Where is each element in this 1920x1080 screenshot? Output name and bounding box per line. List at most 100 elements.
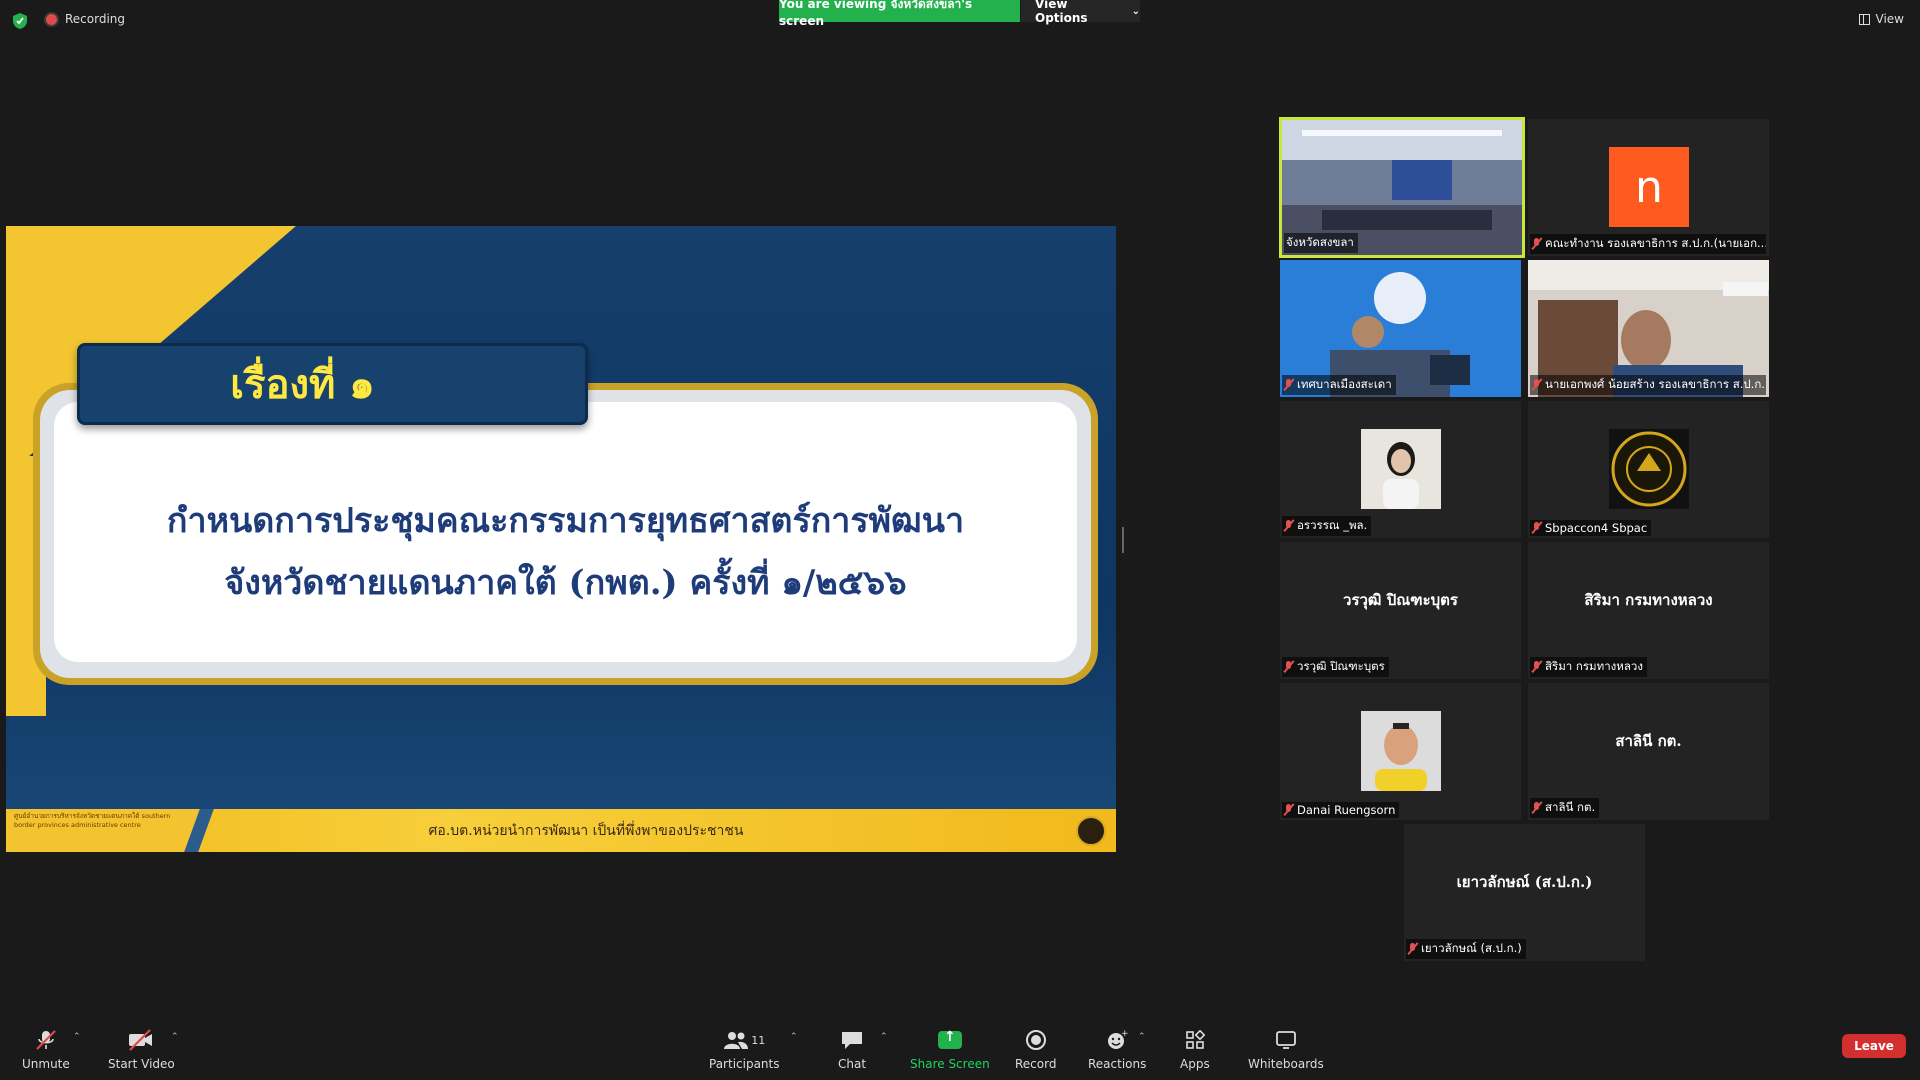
participant-tile[interactable]: n คณะทำงาน รองเลขาธิการ ส.ป.ก.(นายเอก...: [1528, 119, 1769, 256]
participant-name-tag: คณะทำงาน รองเลขาธิการ ส.ป.ก.(นายเอก...: [1530, 234, 1766, 254]
participant-tile[interactable]: นายเอกพงศ์ น้อยสร้าง รองเลขาธิการ ส.ป.ก.: [1528, 260, 1769, 397]
slide-footer: ศูนย์อำนวยการบริหารจังหวัดชายแดนภาคใต้ s…: [6, 809, 1116, 852]
video-options-caret-icon[interactable]: ⌃: [171, 1032, 179, 1042]
viewing-screen-banner: You are viewing จังหวัดสงขลา's screen: [779, 0, 1020, 28]
view-label: View: [1875, 12, 1904, 26]
apps-button[interactable]: Apps: [1180, 1028, 1210, 1071]
svg-text:+: +: [1121, 1029, 1128, 1039]
participants-count: 11: [751, 1033, 766, 1047]
participant-name: สิริมา กรมทางหลวง: [1545, 659, 1643, 673]
video-off-icon: [127, 1028, 155, 1052]
participant-display-name: สาลินี กต.: [1615, 732, 1682, 750]
participant-photo: [1361, 711, 1441, 791]
slide-footer-org-logo: ศูนย์อำนวยการบริหารจังหวัดชายแดนภาคใต้ s…: [6, 809, 196, 852]
slide-title-line-1: กำหนดการประชุมคณะกรรมการยุทธศาสตร์การพัฒ…: [166, 501, 965, 541]
chat-icon: [840, 1028, 864, 1052]
participant-name: Danai Ruengsorn: [1297, 803, 1396, 817]
participant-tile[interactable]: เทศบาลเมืองสะเดา: [1280, 260, 1521, 397]
participant-name-tag: สิริมา กรมทางหลวง: [1530, 657, 1647, 677]
view-options-label: View Options: [1035, 0, 1088, 25]
participant-tile[interactable]: Danai Ruengsorn: [1280, 683, 1521, 820]
record-label: Record: [1015, 1057, 1057, 1071]
participant-tile[interactable]: Sbpaccon4 Sbpac: [1528, 401, 1769, 538]
participant-name: สาลินี กต.: [1545, 800, 1596, 814]
security-shield-icon[interactable]: [12, 12, 28, 30]
view-button[interactable]: View: [1858, 12, 1904, 26]
participants-button[interactable]: 11 Participants: [709, 1028, 780, 1071]
record-button[interactable]: Record: [1015, 1028, 1056, 1071]
whiteboards-button[interactable]: Whiteboards: [1248, 1028, 1324, 1071]
participant-name-tag: เทศบาลเมืองสะเดา: [1282, 375, 1396, 395]
participant-name-tag: อรวรรณ _พล.: [1282, 516, 1372, 536]
slide-topic-label: เรื่องที่ ๑: [230, 361, 375, 408]
mic-muted-icon: [1284, 520, 1293, 532]
participant-display-name: วรวุฒิ ปิณฑะบุตร: [1343, 591, 1458, 609]
start-video-label: Start Video: [108, 1057, 175, 1071]
mic-muted-icon: [1532, 661, 1541, 673]
participant-tile[interactable]: สิริมา กรมทางหลวง สิริมา กรมทางหลวง: [1528, 542, 1769, 679]
chat-label: Chat: [838, 1057, 867, 1071]
participant-tile[interactable]: สาลินี กต. สาลินี กต.: [1528, 683, 1769, 820]
share-screen-icon: [937, 1028, 962, 1052]
participant-name: คณะทำงาน รองเลขาธิการ ส.ป.ก.(นายเอก...: [1545, 236, 1766, 250]
participants-icon: 11: [723, 1028, 765, 1052]
view-options-button[interactable]: View Options ⌄: [1021, 0, 1140, 25]
participant-tile[interactable]: อรวรรณ _พล.: [1280, 401, 1521, 538]
participant-name: เยาวลักษณ์ (ส.ป.ก.): [1421, 941, 1522, 955]
participant-name: จังหวัดสงขลา: [1286, 235, 1354, 249]
participant-name-tag: วรวุฒิ ปิณฑะบุตร: [1282, 657, 1389, 677]
participant-name-tag: นายเอกพงศ์ น้อยสร้าง รองเลขาธิการ ส.ป.ก.: [1530, 375, 1766, 395]
audio-options-caret-icon[interactable]: ⌃: [73, 1032, 81, 1042]
participant-display-name: สิริมา กรมทางหลวง: [1584, 591, 1713, 609]
participant-name-tag: เยาวลักษณ์ (ส.ป.ก.): [1406, 939, 1526, 959]
participant-name-tag: Danai Ruengsorn: [1282, 802, 1400, 818]
participant-name: วรวุฒิ ปิณฑะบุตร: [1297, 659, 1385, 673]
participant-tile[interactable]: เยาวลักษณ์ (ส.ป.ก.) เยาวลักษณ์ (ส.ป.ก.): [1404, 824, 1645, 961]
participant-name: นายเอกพงศ์ น้อยสร้าง รองเลขาธิการ ส.ป.ก.: [1545, 377, 1765, 391]
slide-topic-tab: เรื่องที่ ๑: [77, 343, 588, 425]
split-view-handle[interactable]: [1122, 527, 1124, 553]
mic-muted-icon: [1284, 661, 1293, 673]
layout-icon: [1858, 13, 1870, 25]
slide-title-box: กำหนดการประชุมคณะกรรมการยุทธศาสตร์การพัฒ…: [33, 383, 1098, 685]
whiteboards-label: Whiteboards: [1248, 1057, 1324, 1071]
slide-footer-seal-icon: [1076, 815, 1106, 846]
mic-muted-icon: [1532, 522, 1541, 534]
reactions-options-caret-icon[interactable]: ⌃: [1138, 1032, 1146, 1042]
participant-name: อรวรรณ _พล.: [1297, 518, 1368, 532]
chat-button[interactable]: Chat: [838, 1028, 866, 1071]
participant-tile[interactable]: วรวุฒิ ปิณฑะบุตร วรวุฒิ ปิณฑะบุตร: [1280, 542, 1521, 679]
leave-button[interactable]: Leave: [1842, 1034, 1906, 1058]
participant-name: เทศบาลเมืองสะเดา: [1297, 377, 1392, 391]
unmute-label: Unmute: [22, 1057, 70, 1071]
shared-screen[interactable]: กำหนดการประชุมคณะกรรมการยุทธศาสตร์การพัฒ…: [6, 226, 1116, 852]
start-video-button[interactable]: Start Video: [108, 1028, 175, 1071]
reactions-label: Reactions: [1088, 1057, 1147, 1071]
participants-label: Participants: [709, 1057, 780, 1071]
participant-name-tag: จังหวัดสงขลา: [1284, 233, 1358, 253]
participant-photo: [1361, 429, 1441, 509]
participant-name-tag: Sbpaccon4 Sbpac: [1530, 520, 1652, 536]
mic-muted-icon: [1284, 379, 1293, 391]
mic-muted-icon: [1532, 802, 1541, 814]
slide-footer-motto: ศอ.บต.หน่วยนำการพัฒนา เป็นที่พึ่งพาของปร…: [428, 822, 744, 839]
participant-display-name: เยาวลักษณ์ (ส.ป.ก.): [1456, 873, 1593, 891]
participant-name-tag: สาลินี กต.: [1530, 798, 1600, 818]
whiteboard-icon: [1275, 1028, 1297, 1052]
mic-muted-icon: [1408, 943, 1417, 955]
record-icon: [1025, 1028, 1047, 1052]
share-screen-label: Share Screen: [910, 1057, 990, 1071]
participant-tile[interactable]: จังหวัดสงขลา: [1279, 117, 1525, 258]
participants-options-caret-icon[interactable]: ⌃: [790, 1032, 798, 1042]
unmute-button[interactable]: Unmute: [22, 1028, 70, 1071]
mic-muted-icon: [1532, 379, 1541, 391]
apps-icon: [1185, 1028, 1205, 1052]
chat-options-caret-icon[interactable]: ⌃: [880, 1032, 888, 1042]
participant-name: Sbpaccon4 Sbpac: [1545, 521, 1648, 535]
meeting-toolbar: Unmute ⌃ Start Video ⌃ 11 Participants ⌃…: [0, 1020, 1920, 1080]
apps-label: Apps: [1180, 1057, 1210, 1071]
recording-label: Recording: [65, 12, 126, 26]
share-screen-button[interactable]: Share Screen: [910, 1028, 990, 1071]
participant-emblem: [1609, 429, 1689, 509]
recording-indicator[interactable]: Recording: [46, 12, 125, 26]
